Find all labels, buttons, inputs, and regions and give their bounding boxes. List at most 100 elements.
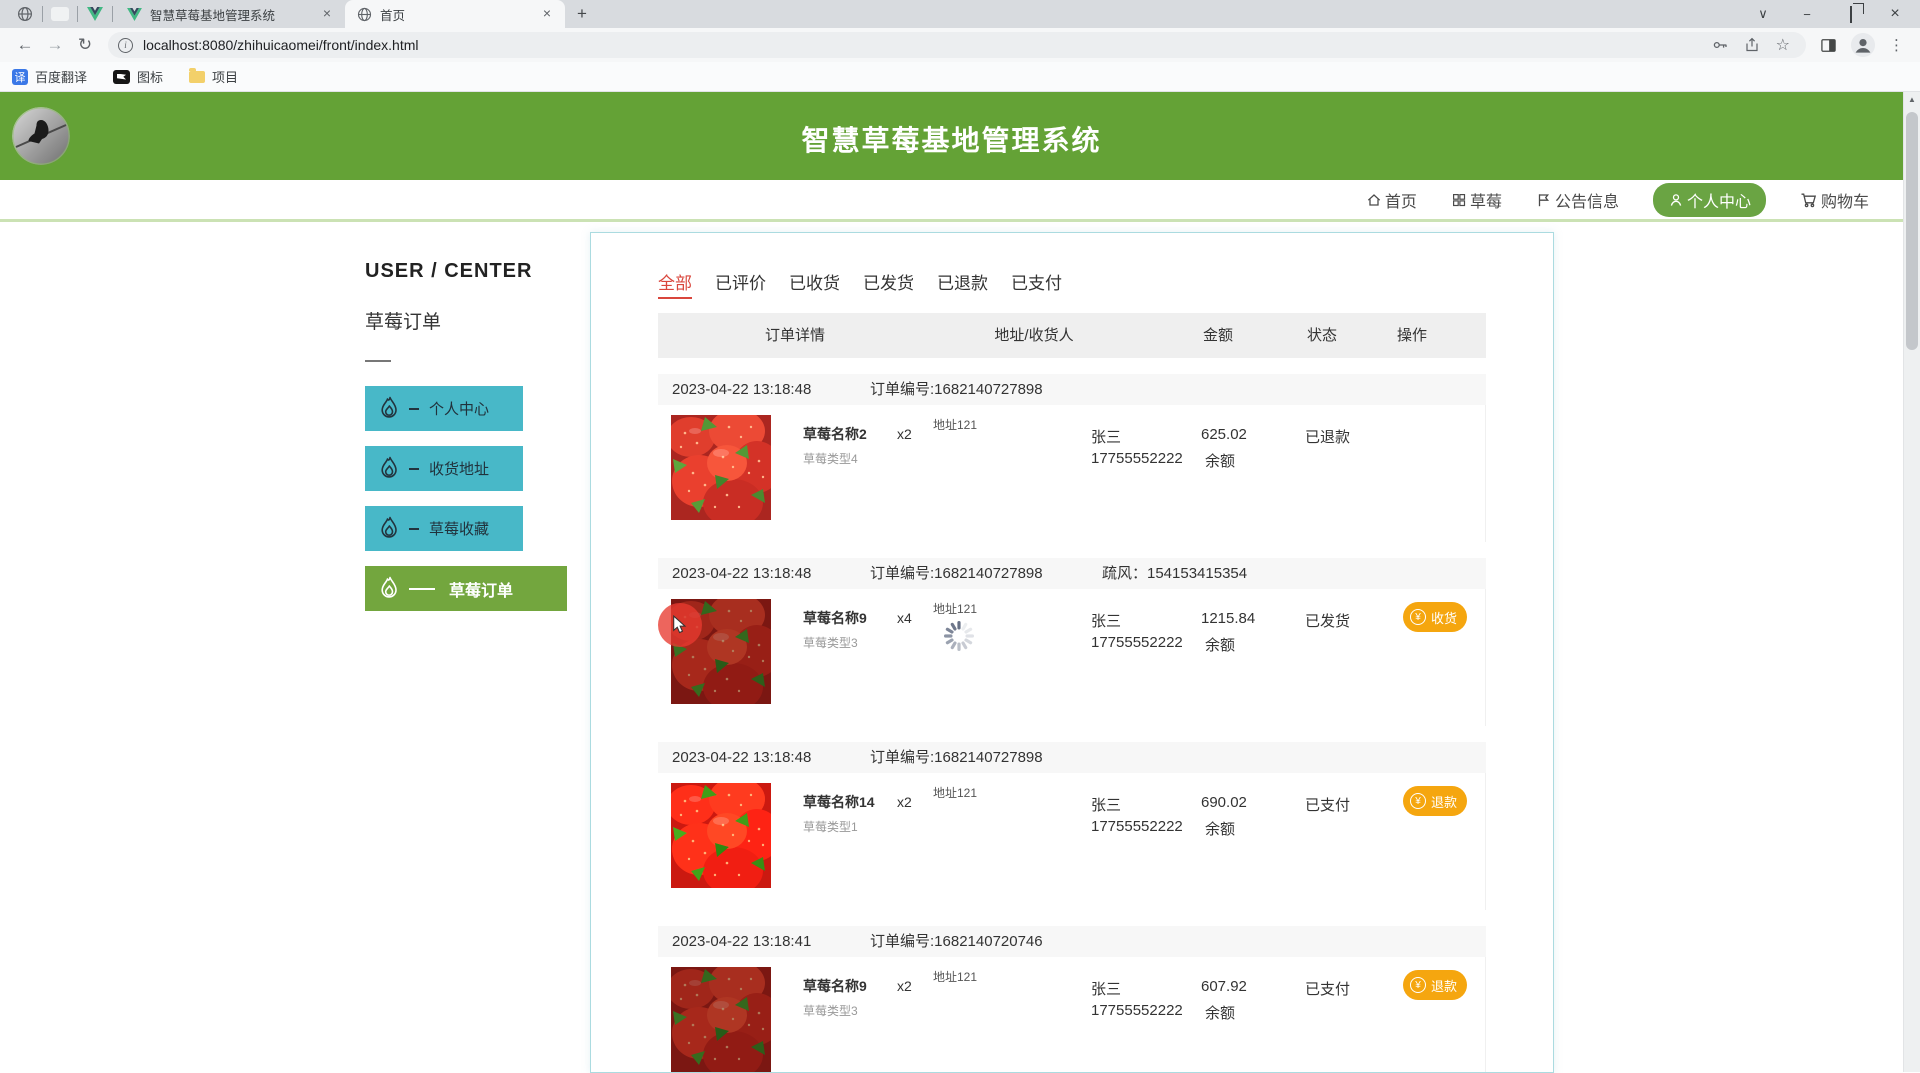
user-icon <box>1668 192 1684 208</box>
product-image[interactable] <box>671 783 771 888</box>
action-label: 收货 <box>1431 610 1458 626</box>
filter-tab-reviewed[interactable]: 已评价 <box>715 269 766 299</box>
pinned-tab-vue[interactable] <box>80 0 110 28</box>
order-row-3: 2023-04-22 13:18:48 订单编号:1682140727898 草… <box>658 742 1486 910</box>
page-scrollbar[interactable]: ▲ <box>1903 92 1920 1072</box>
bookmark-baidu-translate[interactable]: 译 百度翻译 <box>12 67 87 86</box>
url-text[interactable]: localhost:8080/zhihuicaomei/front/index.… <box>143 37 1712 53</box>
product-name: 草莓名称9 <box>803 610 867 626</box>
sidebar-item-label: 草莓收藏 <box>429 521 490 538</box>
filter-tab-all[interactable]: 全部 <box>658 269 692 299</box>
pinned-tab-globe[interactable] <box>10 0 40 28</box>
bookmark-star-icon[interactable]: ☆ <box>1776 35 1790 55</box>
order-row-1: 2023-04-22 13:18:48 订单编号:1682140727898 草… <box>658 374 1486 542</box>
nav-item-strawberry[interactable]: 草莓 <box>1451 188 1502 212</box>
product-name-block: 草莓名称9 草莓类型3 <box>803 976 867 1019</box>
avatar-icon <box>1851 33 1875 57</box>
sidebar-divider <box>365 360 391 362</box>
product-image[interactable] <box>671 967 771 1072</box>
reload-button[interactable]: ↻ <box>70 35 100 55</box>
bookmark-icons[interactable]: 图标 <box>113 67 163 86</box>
nav-label: 草莓 <box>1469 193 1502 211</box>
back-button[interactable]: ← <box>10 35 40 55</box>
refund-button[interactable]: ¥ 退款 <box>1403 970 1468 1000</box>
bookmarks-bar: 译 百度翻译 图标 项目 <box>0 62 1920 92</box>
pinned-tab-blank[interactable] <box>45 0 75 28</box>
minimize-button[interactable]: − <box>1792 7 1822 22</box>
key-icon[interactable] <box>1712 37 1728 53</box>
sidebar-item-user-center[interactable]: 个人中心 <box>365 386 523 431</box>
close-window-button[interactable]: × <box>1880 5 1910 23</box>
order-status: 已支付 <box>1305 981 1351 998</box>
tab-close-icon[interactable]: × <box>539 6 555 22</box>
restore-button[interactable] <box>1836 5 1866 23</box>
forward-button[interactable]: → <box>40 35 70 55</box>
yuan-icon: ¥ <box>1410 793 1426 809</box>
order-head: 2023-04-22 13:18:48 订单编号:1682140727898 疏… <box>658 558 1486 589</box>
order-address: 地址121 <box>933 786 978 800</box>
scrollbar-thumb[interactable] <box>1906 112 1918 350</box>
nav-item-cart[interactable]: 购物车 <box>1800 188 1869 212</box>
address-bar[interactable]: i localhost:8080/zhihuicaomei/front/inde… <box>108 32 1806 58</box>
order-amount: 607.92 <box>1201 978 1247 995</box>
yuan-icon: ¥ <box>1410 977 1426 993</box>
nav-item-home[interactable]: 首页 <box>1366 188 1417 212</box>
dash-decor <box>409 467 419 470</box>
tab-close-icon[interactable]: × <box>319 6 335 22</box>
filter-tab-paid[interactable]: 已支付 <box>1011 269 1062 299</box>
filter-tab-shipped[interactable]: 已发货 <box>863 269 914 299</box>
order-address: 地址121 <box>933 602 978 616</box>
scroll-up-arrow-icon[interactable]: ▲ <box>1904 95 1920 104</box>
receive-button[interactable]: ¥ 收货 <box>1403 602 1468 632</box>
sidebar-item-orders[interactable]: 草莓订单 <box>365 566 567 611</box>
product-name-block: 草莓名称9 草莓类型3 <box>803 608 867 651</box>
nav-item-user-center[interactable]: 个人中心 <box>1652 182 1766 217</box>
site-title: 智慧草莓基地管理系统 <box>801 125 1102 156</box>
restore-icon <box>1850 5 1852 23</box>
order-row-2: 2023-04-22 13:18:48 订单编号:1682140727898 疏… <box>658 558 1486 726</box>
order-head: 2023-04-22 13:18:41 订单编号:1682140720746 <box>658 926 1486 957</box>
product-image[interactable] <box>671 415 771 520</box>
dash-decor <box>409 587 435 590</box>
order-quantity: x2 <box>897 426 912 442</box>
vue-icon <box>87 7 103 21</box>
bookmark-project[interactable]: 项目 <box>189 67 238 86</box>
page-info-icon[interactable]: i <box>118 37 133 53</box>
order-body: 草莓名称14 草莓类型1 x2 地址121 张三 17755552222 690… <box>658 773 1486 910</box>
order-number: 订单编号:1682140727898 <box>870 749 1043 766</box>
tab-title: 首页 <box>380 8 406 23</box>
browser-tab[interactable]: 智慧草莓基地管理系统 × <box>115 0 345 28</box>
recipient-name: 张三 <box>1091 981 1122 998</box>
sidebar-item-address[interactable]: 收货地址 <box>365 446 523 491</box>
nav-item-announcements[interactable]: 公告信息 <box>1536 188 1619 212</box>
nav-label: 公告信息 <box>1554 193 1619 211</box>
order-head: 2023-04-22 13:18:48 订单编号:1682140727898 <box>658 742 1486 773</box>
order-amount: 1215.84 <box>1201 610 1256 627</box>
new-tab-button[interactable]: + <box>569 1 595 27</box>
order-status: 已支付 <box>1305 797 1351 814</box>
side-panel-icon[interactable] <box>1820 37 1837 54</box>
order-number: 订单编号:1682140720746 <box>870 933 1043 950</box>
nav-label: 首页 <box>1384 193 1417 211</box>
product-name: 草莓名称14 <box>803 794 875 810</box>
sidebar-item-label: 收货地址 <box>429 461 490 478</box>
menu-dots-icon[interactable]: ⋮ <box>1889 36 1904 54</box>
refund-button[interactable]: ¥ 退款 <box>1403 786 1468 816</box>
product-category: 草莓类型1 <box>803 820 858 834</box>
vue-icon <box>127 8 142 21</box>
translate-icon: 译 <box>12 68 28 85</box>
share-icon[interactable] <box>1744 37 1760 53</box>
order-body: 草莓名称9 草莓类型3 x4 地址121 张三 17755552222 1215… <box>658 589 1486 726</box>
action-label: 退款 <box>1431 978 1458 994</box>
filter-tab-received[interactable]: 已收货 <box>789 269 840 299</box>
order-address: 地址121 <box>933 418 978 432</box>
tab-search-chevron-icon[interactable]: ∨ <box>1748 6 1778 22</box>
pay-type: 余额 <box>1205 453 1236 470</box>
browser-tab-active[interactable]: 首页 × <box>345 0 565 28</box>
grid-icon <box>1451 192 1467 208</box>
filter-tab-refunded[interactable]: 已退款 <box>937 269 988 299</box>
sidebar-item-favorites[interactable]: 草莓收藏 <box>365 506 523 551</box>
tab-separator <box>112 6 113 22</box>
profile-avatar[interactable] <box>1851 33 1875 57</box>
omnibox-icons: ☆ <box>1712 35 1796 55</box>
